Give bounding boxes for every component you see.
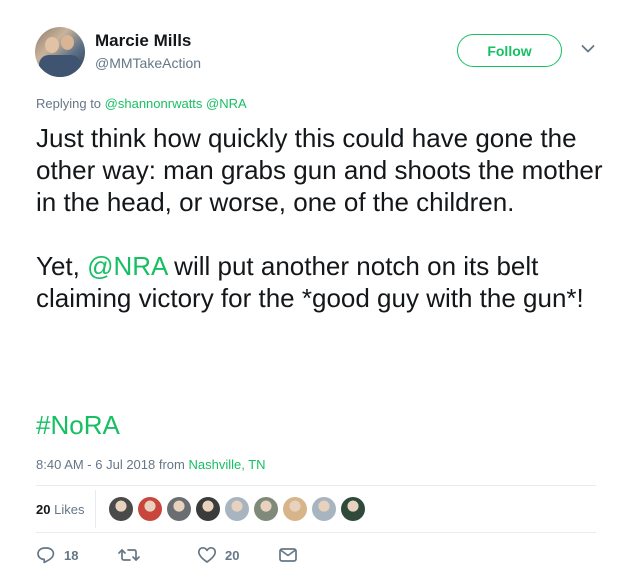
author-avatar[interactable] [35,27,85,77]
liker-avatar[interactable] [167,497,191,521]
liker-avatar[interactable] [225,497,249,521]
liker-avatar[interactable] [196,497,220,521]
hashtag-link[interactable]: #NoRA [36,410,120,441]
author-handle[interactable]: @MMTakeAction [95,55,201,71]
avatar-person [45,37,59,53]
tweet-text-segment: Yet, [36,251,88,281]
heart-icon [197,546,217,563]
follow-button[interactable]: Follow [457,34,562,67]
liker-avatars [109,497,365,521]
envelope-icon [279,548,297,562]
liker-avatar[interactable] [341,497,365,521]
liker-avatar[interactable] [254,497,278,521]
retweet-icon [118,549,140,561]
likes-label: Likes [54,502,85,517]
tweet-paragraph: Just think how quickly this could have g… [36,123,603,217]
divider [36,485,596,486]
mention-link[interactable]: @NRA [87,251,167,281]
mention-link[interactable]: @shannonrwatts [105,96,203,111]
likes-number: 20 [36,502,51,517]
tweet-text: Just think how quickly this could have g… [36,122,616,314]
replying-to: Replying to @shannonrwatts @NRA [36,96,247,111]
location-link[interactable]: Nashville, TN [188,457,265,472]
tweet-paragraph: Yet, @NRA will put another notch on its … [36,250,616,314]
divider [95,490,96,528]
likes-count[interactable]: 20 Likes [36,502,84,517]
liker-avatar[interactable] [109,497,133,521]
reply-count: 18 [64,547,79,563]
mention-link[interactable]: @NRA [206,96,247,111]
chevron-down-icon[interactable] [581,44,595,54]
direct-message-button[interactable] [278,546,298,564]
like-button[interactable]: 20 [197,546,239,564]
reply-button[interactable]: 18 [36,546,78,564]
liker-avatar[interactable] [138,497,162,521]
liker-avatar[interactable] [312,497,336,521]
reply-icon [37,547,55,564]
tweet-timestamp: 8:40 AM - 6 Jul 2018 from Nashville, TN [36,457,266,472]
retweet-button[interactable] [118,546,148,564]
liker-avatar[interactable] [283,497,307,521]
replying-to-label: Replying to [36,96,102,111]
avatar-clothing [39,55,81,77]
timestamp-text[interactable]: 8:40 AM - 6 Jul 2018 from [36,457,188,472]
author-name[interactable]: Marcie Mills [95,31,191,51]
divider [36,532,596,533]
avatar-person [61,35,74,50]
like-count: 20 [225,547,240,563]
